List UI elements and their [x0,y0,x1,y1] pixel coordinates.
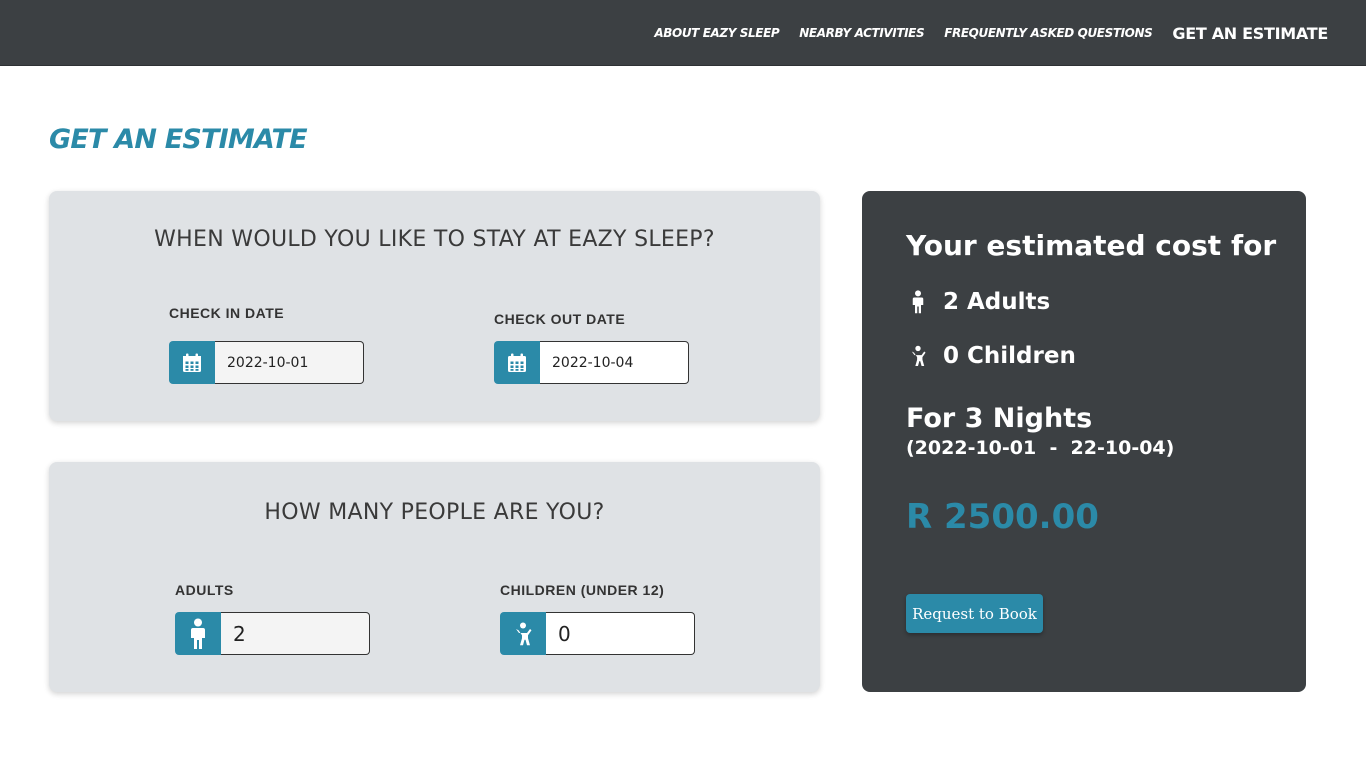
summary-children-text: 0 Children [943,343,1076,369]
children-input[interactable]: 0 [546,612,695,655]
adult-icon [906,290,930,314]
dates-heading: WHEN WOULD YOU LIKE TO STAY AT EAZY SLEE… [154,227,715,252]
adults-label: ADULTS [175,582,234,598]
estimated-price: R 2500.00 [906,497,1099,537]
adults-field[interactable]: 2 [175,612,370,655]
people-heading: HOW MANY PEOPLE ARE YOU? [264,500,605,525]
adult-icon [175,612,221,655]
check-in-input[interactable]: 2022-10-01 [215,341,364,384]
calendar-icon[interactable] [169,341,215,384]
calendar-icon[interactable] [494,341,540,384]
top-navbar: ABOUT EAZY SLEEP NEARBY ACTIVITIES FREQU… [0,0,1366,66]
estimate-summary: Your estimated cost for 2 Adults 0 Child… [862,191,1306,692]
child-icon [906,345,930,367]
adults-input[interactable]: 2 [221,612,370,655]
check-out-field[interactable]: 2022-10-04 [494,341,689,384]
nav-faq[interactable]: FREQUENTLY ASKED QUESTIONS [944,26,1153,40]
nav-estimate[interactable]: GET AN ESTIMATE [1172,24,1328,43]
summary-title: Your estimated cost for [906,229,1277,262]
request-to-book-button[interactable]: Request to Book [906,594,1043,633]
check-out-label: CHECK OUT DATE [494,311,626,327]
dates-card: WHEN WOULD YOU LIKE TO STAY AT EAZY SLEE… [49,191,820,421]
summary-nights: For 3 Nights [906,403,1093,434]
nav-links: ABOUT EAZY SLEEP NEARBY ACTIVITIES FREQU… [634,0,1328,66]
check-in-field[interactable]: 2022-10-01 [169,341,364,384]
nav-about[interactable]: ABOUT EAZY SLEEP [654,26,779,40]
summary-adults: 2 Adults [906,289,1050,315]
people-card: HOW MANY PEOPLE ARE YOU? ADULTS 2 CHILDR… [49,462,820,692]
check-in-label: CHECK IN DATE [169,305,285,321]
check-out-input[interactable]: 2022-10-04 [540,341,689,384]
summary-adults-text: 2 Adults [943,289,1051,315]
child-icon [500,612,546,655]
children-field[interactable]: 0 [500,612,695,655]
summary-date-range: (2022-10-01 - 22-10-04) [906,437,1175,459]
summary-children: 0 Children [906,343,1076,369]
children-label: CHILDREN (UNDER 12) [500,582,665,598]
page-title: GET AN ESTIMATE [49,124,308,155]
nav-activities[interactable]: NEARBY ACTIVITIES [799,26,924,40]
